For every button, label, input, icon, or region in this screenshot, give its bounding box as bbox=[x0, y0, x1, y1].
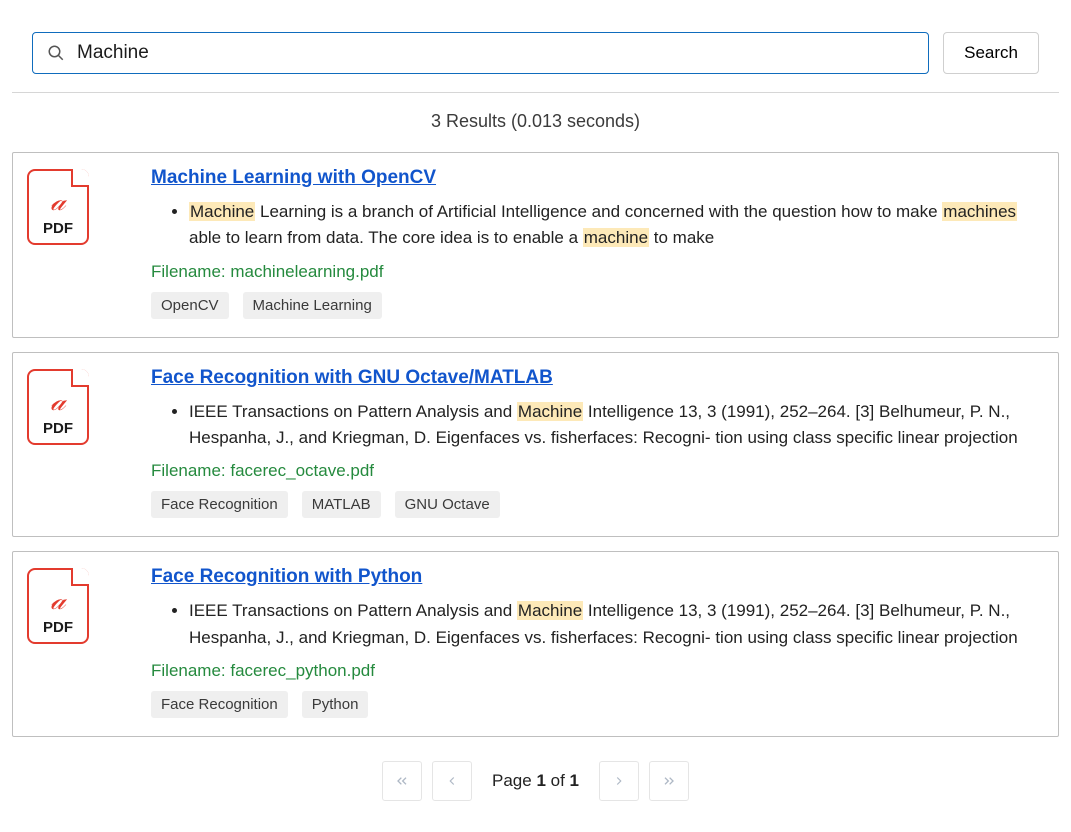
tag[interactable]: MATLAB bbox=[302, 491, 381, 518]
page-indicator: Page 1 of 1 bbox=[482, 771, 589, 791]
tag-list: Face Recognition Python bbox=[151, 691, 1038, 718]
search-box[interactable] bbox=[32, 32, 929, 74]
tag[interactable]: Machine Learning bbox=[243, 292, 382, 319]
search-input[interactable] bbox=[75, 41, 914, 65]
result-title[interactable]: Machine Learning with OpenCV bbox=[151, 167, 436, 189]
result-title[interactable]: Face Recognition with GNU Octave/MATLAB bbox=[151, 367, 553, 389]
pdf-glyph: 𝒶 bbox=[50, 388, 65, 416]
snippet-list: IEEE Transactions on Pattern Analysis an… bbox=[151, 598, 1038, 651]
tag[interactable]: OpenCV bbox=[151, 292, 229, 319]
result-filename: Filename: facerec_python.pdf bbox=[151, 661, 1038, 681]
pdf-glyph: 𝒶 bbox=[50, 188, 65, 216]
snippet: IEEE Transactions on Pattern Analysis an… bbox=[189, 399, 1038, 452]
last-page-button[interactable] bbox=[649, 761, 689, 801]
search-bar: Search bbox=[12, 0, 1059, 93]
pdf-icon: 𝒶 PDF bbox=[27, 568, 89, 644]
search-icon bbox=[47, 44, 65, 62]
snippet-list: Machine Learning is a branch of Artifici… bbox=[151, 199, 1038, 252]
pdf-glyph: 𝒶 bbox=[50, 587, 65, 615]
tag[interactable]: Face Recognition bbox=[151, 491, 288, 518]
first-page-button[interactable] bbox=[382, 761, 422, 801]
tag-list: OpenCV Machine Learning bbox=[151, 292, 1038, 319]
result-card: 𝒶 PDF Face Recognition with Python IEEE Tra… bbox=[12, 551, 1059, 737]
snippet-list: IEEE Transactions on Pattern Analysis an… bbox=[151, 399, 1038, 452]
result-filename: Filename: facerec_octave.pdf bbox=[151, 461, 1038, 481]
next-page-button[interactable] bbox=[599, 761, 639, 801]
result-card: 𝒶 PDF Face Recognition with GNU Octave/MAT… bbox=[12, 352, 1059, 538]
pdf-label: PDF bbox=[43, 619, 73, 636]
tag-list: Face Recognition MATLAB GNU Octave bbox=[151, 491, 1038, 518]
tag[interactable]: Python bbox=[302, 691, 369, 718]
snippet: IEEE Transactions on Pattern Analysis an… bbox=[189, 598, 1038, 651]
snippet: Machine Learning is a branch of Artifici… bbox=[189, 199, 1038, 252]
pdf-label: PDF bbox=[43, 220, 73, 237]
results-summary: 3 Results (0.013 seconds) bbox=[12, 111, 1059, 132]
prev-page-button[interactable] bbox=[432, 761, 472, 801]
search-button[interactable]: Search bbox=[943, 32, 1039, 74]
pagination: Page 1 of 1 bbox=[12, 761, 1059, 801]
tag[interactable]: GNU Octave bbox=[395, 491, 500, 518]
result-title[interactable]: Face Recognition with Python bbox=[151, 566, 422, 588]
result-card: 𝒶 PDF Machine Learning with OpenCV Machine … bbox=[12, 152, 1059, 338]
pdf-icon: 𝒶 PDF bbox=[27, 369, 89, 445]
tag[interactable]: Face Recognition bbox=[151, 691, 288, 718]
result-filename: Filename: machinelearning.pdf bbox=[151, 262, 1038, 282]
pdf-icon: 𝒶 PDF bbox=[27, 169, 89, 245]
pdf-label: PDF bbox=[43, 420, 73, 437]
